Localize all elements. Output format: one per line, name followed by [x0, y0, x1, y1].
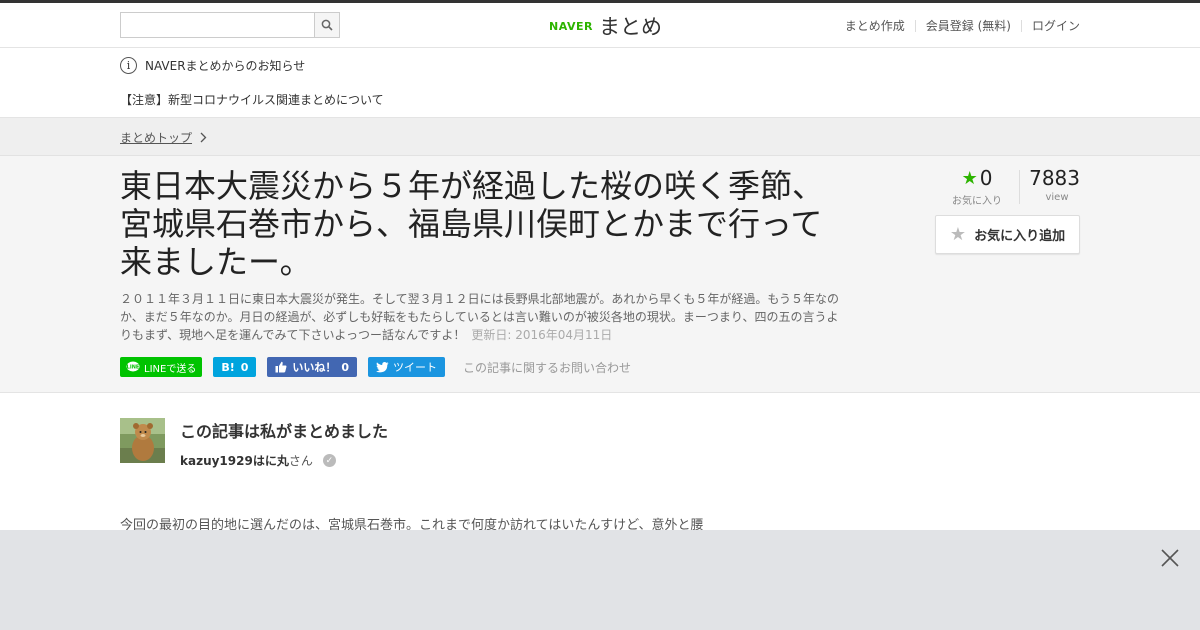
add-favorite-label: お気に入り追加 — [974, 229, 1066, 244]
breadcrumb-top-link[interactable]: まとめトップ — [120, 129, 192, 146]
logo-matome: まとめ — [598, 15, 662, 39]
article-inquiry-link[interactable]: この記事に関するお問い合わせ — [463, 359, 631, 376]
avatar-image — [120, 418, 165, 463]
search-icon — [321, 19, 333, 31]
favorites-label: お気に入り — [952, 196, 1002, 207]
line-icon: LINE — [126, 361, 140, 372]
updated-date: 更新日: 2016年04月11日 — [471, 328, 613, 342]
info-icon: i — [120, 57, 137, 74]
author-suffix: さん — [288, 454, 313, 468]
article-header: まとめトップ 東日本大震災から５年が経過した桜の咲く季節、宮城県石巻市から、福島… — [0, 117, 1200, 393]
site-logo[interactable]: NAVER まとめ — [549, 11, 662, 41]
notice-item-link[interactable]: 【注意】新型コロナウイルス関連まとめについて — [120, 91, 384, 108]
views-count: 7883 — [1029, 166, 1080, 190]
author-section: この記事は私がまとめました kazuy1929はに丸さん ✓ — [120, 418, 388, 469]
verified-check-icon: ✓ — [322, 454, 336, 467]
tweet-button[interactable]: ツイート — [368, 357, 446, 377]
add-favorite-button[interactable]: ★ お気に入り追加 — [935, 215, 1080, 254]
chevron-right-icon — [200, 132, 207, 143]
facebook-like-label: いいね！ — [292, 361, 337, 374]
author-heading: この記事は私がまとめました — [180, 422, 389, 441]
hatena-bookmark-button[interactable]: B! 0 — [213, 357, 257, 377]
header-links: まとめ作成 会員登録 (無料) ログイン — [845, 17, 1080, 34]
favorites-stat: ★ 0 お気に入り — [935, 166, 1019, 207]
thumbs-up-icon — [275, 361, 287, 373]
close-icon[interactable] — [1160, 548, 1180, 568]
avatar[interactable] — [120, 418, 165, 463]
divider — [1020, 19, 1022, 32]
login-link[interactable]: ログイン — [1032, 17, 1080, 34]
svg-text:LINE: LINE — [127, 365, 140, 371]
author-name[interactable]: kazuy1929はに丸 — [180, 454, 289, 468]
top-header: NAVER まとめ まとめ作成 会員登録 (無料) ログイン — [0, 0, 1200, 48]
facebook-like-count: 0 — [341, 360, 350, 374]
breadcrumb[interactable]: まとめトップ — [120, 129, 207, 146]
author-info: この記事は私がまとめました kazuy1929はに丸さん ✓ — [180, 418, 388, 469]
ad-banner — [0, 530, 1200, 630]
divider — [914, 19, 916, 32]
favorites-count-row: ★ 0 — [935, 166, 1019, 190]
views-label: view — [1045, 192, 1069, 203]
star-icon: ★ — [961, 167, 978, 189]
notice-title: NAVERまとめからのお知らせ — [145, 59, 306, 73]
views-stat: 7883 view — [1020, 166, 1080, 203]
author-name-row: kazuy1929はに丸さん ✓ — [180, 452, 388, 469]
article-title: 東日本大震災から５年が経過した桜の咲く季節、宮城県石巻市から、福島県川俣町とかま… — [120, 167, 825, 281]
article-description: ２０１１年３月１１日に東日本大震災が発生。そして翌３月１２日には長野県北部地震が… — [120, 290, 845, 344]
share-buttons: LINE LINEで送る B! 0 いいね！ 0 ツイート この記事に関するお問… — [120, 357, 631, 377]
twitter-bird-icon — [376, 361, 389, 372]
star-icon: ★ — [949, 224, 967, 245]
notice-header: i NAVERまとめからのお知らせ — [120, 57, 305, 74]
search-input[interactable] — [121, 13, 314, 37]
register-link[interactable]: 会員登録 (無料) — [926, 17, 1011, 34]
search-box — [120, 12, 340, 38]
favorites-count: 0 — [979, 166, 993, 190]
logo-naver: NAVER — [549, 19, 593, 33]
article-stats: ★ 0 お気に入り 7883 view — [935, 166, 1080, 207]
hatena-count: 0 — [240, 360, 249, 374]
breadcrumb-bar: まとめトップ — [0, 118, 1200, 156]
facebook-like-button[interactable]: いいね！ 0 — [267, 357, 358, 377]
hatena-icon: B! — [221, 360, 235, 374]
tweet-label: ツイート — [393, 361, 438, 374]
create-matome-link[interactable]: まとめ作成 — [845, 17, 905, 34]
line-share-button[interactable]: LINE LINEで送る — [120, 357, 203, 377]
line-share-label: LINEで送る — [144, 363, 197, 375]
search-button[interactable] — [314, 13, 339, 37]
